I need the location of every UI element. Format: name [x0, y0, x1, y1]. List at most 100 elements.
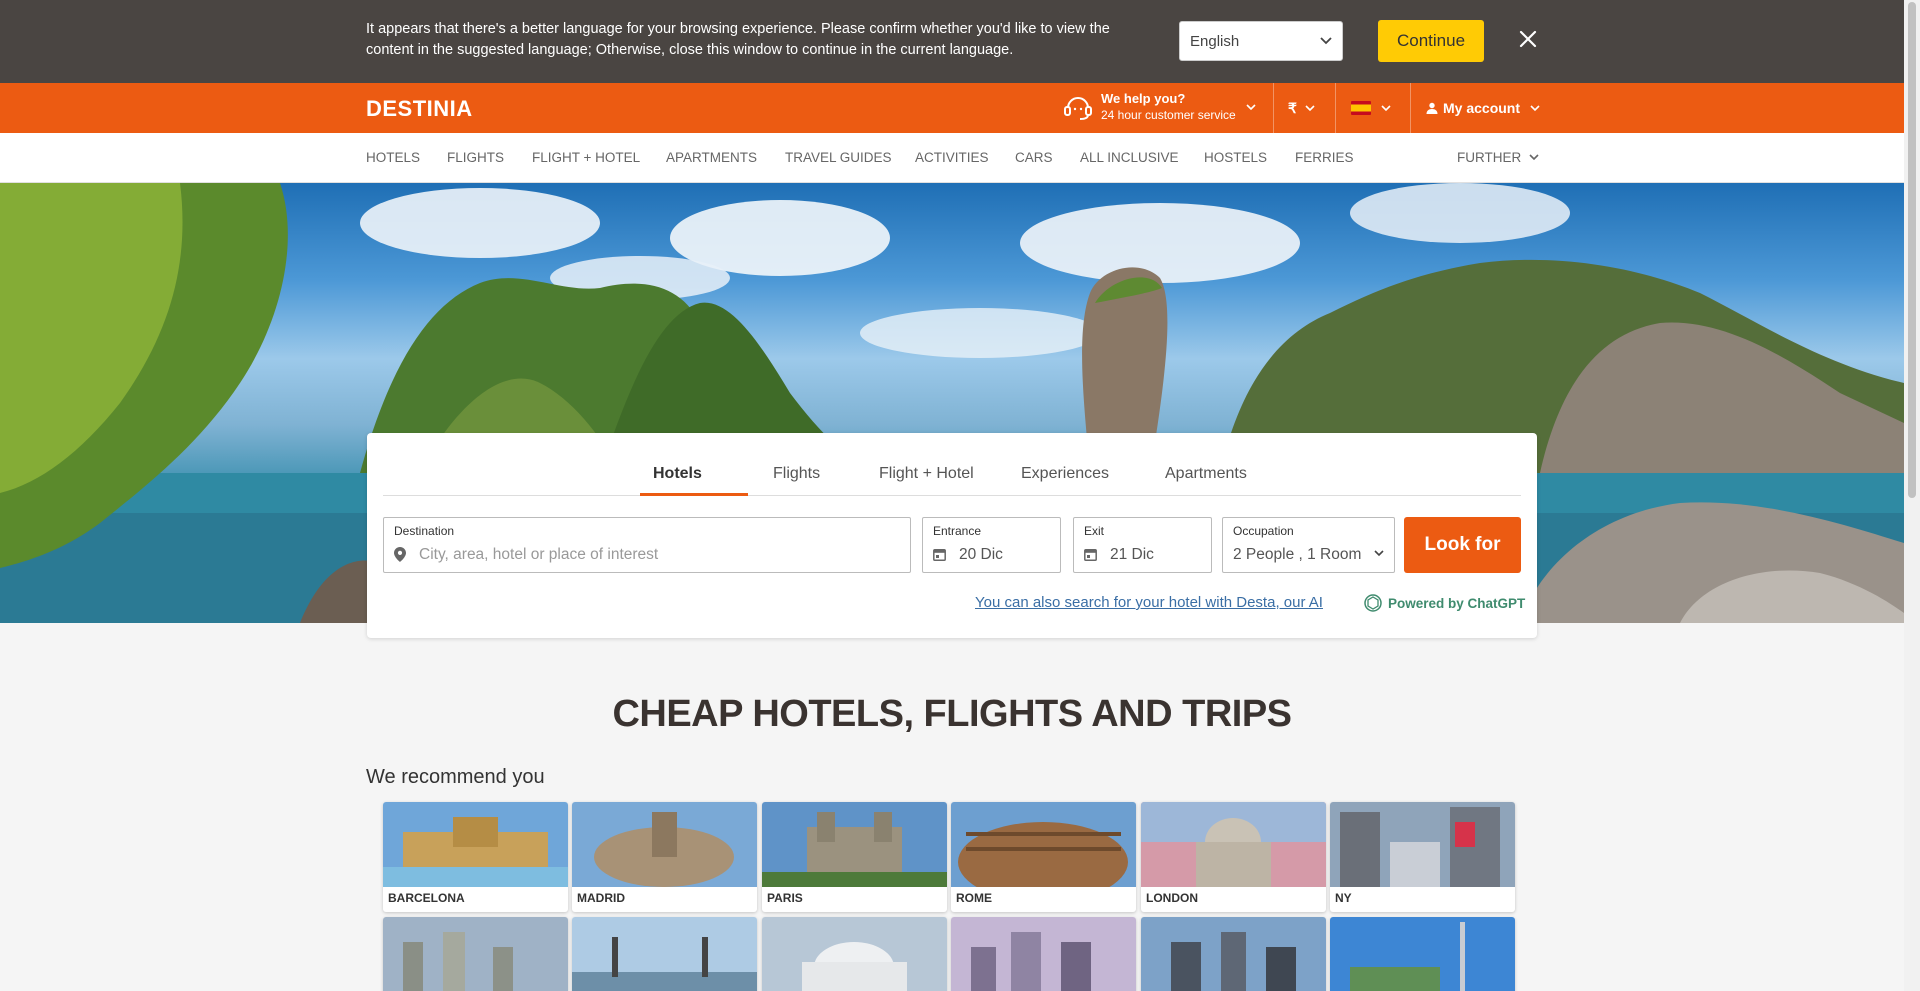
nav-item-activities[interactable]: ACTIVITIES [915, 150, 989, 165]
destination-card[interactable] [762, 917, 947, 991]
destination-name: ROME [956, 891, 992, 905]
language-select-value: English [1190, 32, 1240, 50]
powered-by-label: Powered by ChatGPT [1388, 595, 1526, 611]
headset-icon [1064, 97, 1092, 120]
destination-image [762, 917, 947, 991]
nav-item-flight-hotel[interactable]: FLIGHT + HOTEL [532, 150, 640, 165]
tab-hotels[interactable]: Hotels [653, 465, 702, 483]
nav-item-cars[interactable]: CARS [1015, 150, 1053, 165]
tab-apartments[interactable]: Apartments [1165, 465, 1247, 483]
header-divider [1410, 83, 1411, 133]
destination-card[interactable] [1141, 917, 1326, 991]
chevron-down-icon [1320, 37, 1332, 45]
chevron-down-icon [1246, 103, 1256, 110]
destination-label: Destination [394, 524, 455, 538]
nav-item-flights[interactable]: FLIGHTS [447, 150, 504, 165]
nav-item-hotels[interactable]: HOTELS [366, 150, 420, 165]
destination-card[interactable] [951, 917, 1136, 991]
occupation-label: Occupation [1233, 524, 1294, 538]
recommend-heading: We recommend you [366, 766, 545, 788]
destination-card[interactable] [383, 917, 568, 991]
main-nav: HOTELS FLIGHTS FLIGHT + HOTEL APARTMENTS… [0, 133, 1904, 183]
occupation-select[interactable]: Occupation 2 People , 1 Room [1222, 517, 1395, 573]
destination-image [1330, 917, 1515, 991]
spain-flag-icon [1351, 101, 1371, 115]
customer-service-menu[interactable]: We help you? 24 hour customer service [1063, 91, 1256, 123]
chevron-down-icon [1530, 104, 1540, 111]
destination-card[interactable] [572, 917, 757, 991]
calendar-icon [1084, 549, 1097, 561]
nav-item-travel-guides[interactable]: TRAVEL GUIDES [785, 150, 892, 165]
customer-service-text: We help you? 24 hour customer service [1101, 91, 1236, 123]
nav-item-apartments[interactable]: APARTMENTS [666, 150, 757, 165]
help-subtitle: 24 hour customer service [1101, 108, 1236, 122]
nav-further-label: FURTHER [1457, 150, 1522, 165]
my-account-label: My account [1443, 100, 1521, 116]
entrance-date-field[interactable]: Entrance 20 Dic [922, 517, 1061, 573]
destination-name: MADRID [577, 891, 625, 905]
currency-selector[interactable]: ₹ [1288, 83, 1315, 133]
destination-image [383, 917, 568, 991]
exit-date-field[interactable]: Exit 21 Dic [1073, 517, 1212, 573]
destination-image [762, 802, 947, 887]
destination-input[interactable]: City, area, hotel or place of interest [419, 546, 658, 564]
destination-card-madrid[interactable]: MADRID [572, 802, 757, 912]
language-select[interactable]: English [1179, 21, 1343, 61]
destination-card-london[interactable]: LONDON [1141, 802, 1326, 912]
destination-name: PARIS [767, 891, 803, 905]
country-selector[interactable] [1351, 83, 1391, 133]
destination-card-paris[interactable]: PARIS [762, 802, 947, 912]
help-title: We help you? [1101, 91, 1186, 106]
continue-button[interactable]: Continue [1378, 20, 1484, 62]
destination-image [951, 802, 1136, 887]
tab-experiences[interactable]: Experiences [1021, 465, 1109, 483]
tab-flights[interactable]: Flights [773, 465, 820, 483]
page-title: CHEAP HOTELS, FLIGHTS AND TRIPS [612, 693, 1292, 735]
destination-card-ny[interactable]: NY [1330, 802, 1515, 912]
chevron-down-icon [1374, 550, 1384, 557]
scrollbar-thumb[interactable] [1908, 2, 1916, 498]
chevron-down-icon [1305, 104, 1315, 111]
destination-name: LONDON [1146, 891, 1198, 905]
destination-card-rome[interactable]: ROME [951, 802, 1136, 912]
user-icon [1426, 102, 1438, 114]
currency-value: ₹ [1288, 99, 1297, 116]
nav-item-ferries[interactable]: FERRIES [1295, 150, 1354, 165]
destination-card[interactable] [1330, 917, 1515, 991]
active-tab-indicator [640, 493, 748, 496]
header-divider [1335, 83, 1336, 133]
exit-label: Exit [1084, 524, 1105, 538]
powered-by-chatgpt: Powered by ChatGPT [1363, 593, 1525, 613]
destination-image [1141, 802, 1326, 887]
search-tabs: Hotels Flights Flight + Hotel Experience… [383, 433, 1521, 496]
search-button[interactable]: Look for [1404, 517, 1521, 573]
tab-flight-hotel[interactable]: Flight + Hotel [879, 465, 974, 483]
chatgpt-logo-icon [1364, 594, 1382, 612]
destination-image [1141, 917, 1326, 991]
chevron-down-icon [1381, 104, 1391, 111]
destination-image [572, 802, 757, 887]
entrance-label: Entrance [933, 524, 982, 538]
destination-card-barcelona[interactable]: BARCELONA [383, 802, 568, 912]
nav-item-all-inclusive[interactable]: ALL INCLUSIVE [1080, 150, 1179, 165]
entrance-date-value: 20 Dic [959, 546, 1003, 563]
destination-image [383, 802, 568, 887]
destination-image [572, 917, 757, 991]
site-header: DESTINIA We help you? 24 hour customer s… [0, 83, 1904, 133]
header-divider [1273, 83, 1274, 133]
destination-field[interactable]: Destination City, area, hotel or place o… [383, 517, 911, 573]
close-icon[interactable] [1515, 26, 1541, 52]
destinia-logo[interactable]: DESTINIA [366, 96, 473, 122]
destination-image [951, 917, 1136, 991]
destination-name: BARCELONA [388, 891, 465, 905]
page-scrollbar[interactable] [1904, 0, 1920, 991]
exit-date-value: 21 Dic [1110, 546, 1154, 563]
desta-ai-link[interactable]: You can also search for your hotel with … [975, 594, 1323, 611]
nav-further-menu[interactable]: FURTHER [1457, 150, 1539, 165]
nav-item-hostels[interactable]: HOSTELS [1204, 150, 1267, 165]
language-banner-message: It appears that there's a better languag… [366, 21, 1110, 58]
chevron-down-icon [1529, 154, 1539, 161]
destination-image [1330, 802, 1515, 887]
my-account-menu[interactable]: My account [1426, 83, 1540, 133]
occupation-value: 2 People , 1 Room [1233, 546, 1362, 563]
